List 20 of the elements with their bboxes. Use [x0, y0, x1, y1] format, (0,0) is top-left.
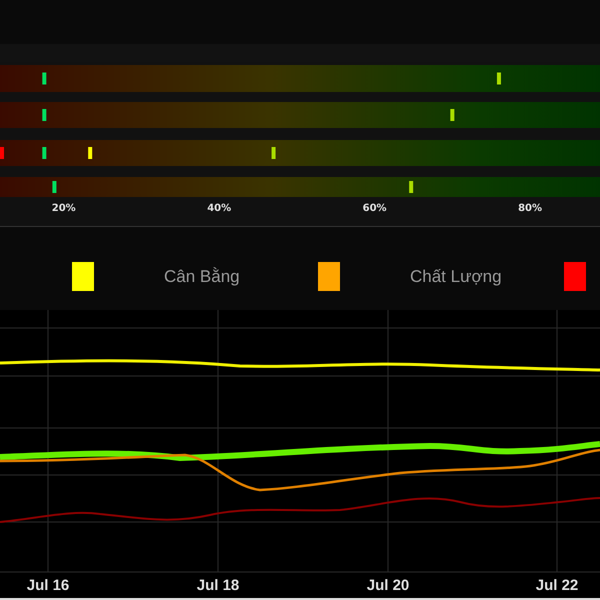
- marker: [0, 147, 4, 159]
- legend-label: Chất Lượng: [410, 266, 503, 286]
- axis-label: 80%: [518, 203, 542, 214]
- marker: [496, 72, 501, 84]
- axis-label: Jul 22: [536, 577, 578, 594]
- axis-label: Jul 18: [196, 577, 240, 594]
- marker: [272, 147, 276, 159]
- marker: [42, 72, 46, 84]
- marker: [88, 147, 92, 159]
- legend-label: Cân Bằng: [164, 266, 241, 286]
- marker: [52, 181, 56, 193]
- axis-label: 20%: [52, 203, 76, 214]
- axis-label: 60%: [362, 203, 387, 214]
- axis-label: 40%: [207, 203, 232, 214]
- marker: [42, 147, 46, 159]
- marker: [409, 181, 414, 193]
- axis-label: Jul 20: [366, 577, 410, 594]
- marker: [42, 109, 46, 121]
- axis-label: Jul 16: [26, 577, 70, 594]
- marker: [450, 109, 454, 121]
